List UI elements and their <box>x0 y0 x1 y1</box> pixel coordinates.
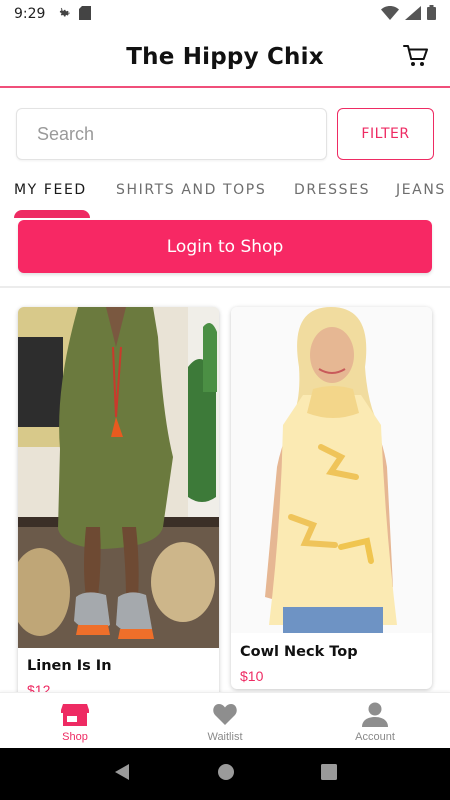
product-image <box>18 307 219 648</box>
status-bar: 9:29 <box>0 0 450 28</box>
search-input[interactable] <box>16 108 327 160</box>
cart-icon <box>403 44 429 73</box>
filter-button[interactable]: FILTER <box>337 108 434 160</box>
login-to-shop-button[interactable]: Login to Shop <box>18 220 432 273</box>
store-icon <box>61 701 89 727</box>
nav-item-waitlist[interactable]: Waitlist <box>150 693 300 748</box>
active-tab-indicator <box>14 210 90 218</box>
battery-icon <box>427 5 436 23</box>
home-icon[interactable] <box>217 763 235 786</box>
product-price: $10 <box>240 668 264 684</box>
gear-icon <box>57 6 71 23</box>
nav-label-shop: Shop <box>62 731 88 743</box>
nav-item-account[interactable]: Account <box>300 693 450 748</box>
product-name: Linen Is In <box>27 658 112 674</box>
tab-shirts-and-tops[interactable]: SHIRTS AND TOPS <box>116 182 266 198</box>
account-icon <box>361 701 389 727</box>
product-card[interactable]: Linen Is In $12 <box>18 307 219 707</box>
product-image <box>231 307 432 633</box>
signal-icon <box>405 5 421 23</box>
cart-button[interactable] <box>402 44 430 72</box>
heart-icon <box>211 701 239 727</box>
back-icon[interactable] <box>113 763 131 786</box>
product-name: Cowl Neck Top <box>240 644 358 660</box>
status-time: 9:29 <box>14 6 46 22</box>
sd-card-icon <box>79 5 92 23</box>
status-left-icons <box>57 5 92 23</box>
nav-label-waitlist: Waitlist <box>207 731 243 743</box>
system-nav-bar <box>0 748 450 800</box>
divider <box>0 286 450 288</box>
recents-icon[interactable] <box>321 763 337 785</box>
tab-jeans[interactable]: JEANS <box>396 182 446 198</box>
app-screen: 9:29 The Hippy Chix Search FILTER MY FEE… <box>0 0 450 800</box>
wifi-icon <box>381 5 399 23</box>
status-right-icons <box>381 5 436 23</box>
category-tabs: MY FEED SHIRTS AND TOPS DRESSES JEANS <box>0 176 450 220</box>
nav-label-account: Account <box>355 731 395 743</box>
tab-my-feed[interactable]: MY FEED <box>14 182 87 198</box>
app-header: The Hippy Chix <box>0 28 450 88</box>
bottom-nav: Shop Waitlist Account <box>0 692 450 748</box>
search-row: FILTER <box>16 108 434 160</box>
nav-item-shop[interactable]: Shop <box>0 693 150 748</box>
product-card[interactable]: Cowl Neck Top $10 <box>231 307 432 689</box>
app-title: The Hippy Chix <box>126 44 324 70</box>
tab-dresses[interactable]: DRESSES <box>294 182 370 198</box>
